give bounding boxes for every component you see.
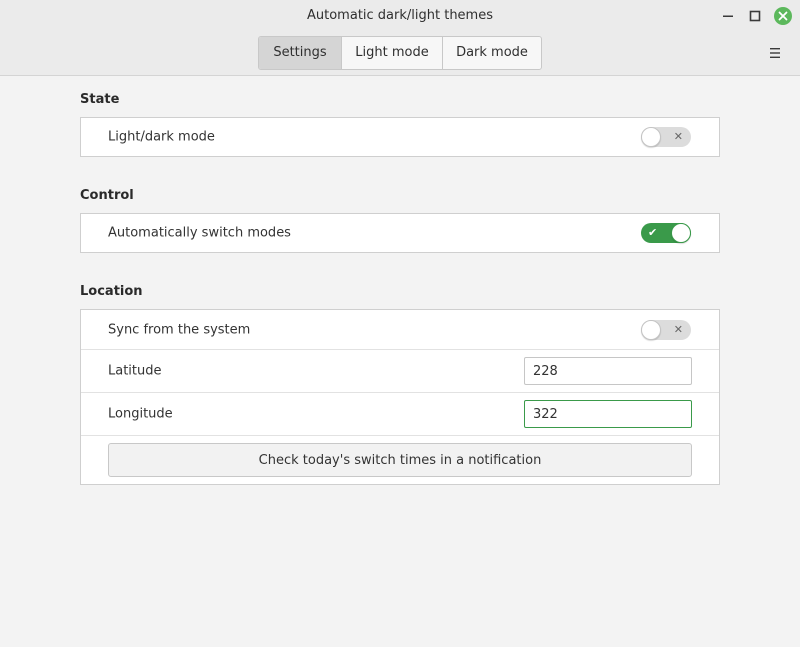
light-dark-mode-row: Light/dark mode ✕	[81, 118, 719, 156]
latitude-row: Latitude	[81, 350, 719, 393]
longitude-input[interactable]	[524, 400, 692, 428]
location-frame: Sync from the system ✕ Latitude Longitud…	[80, 309, 720, 485]
maximize-icon	[749, 10, 761, 22]
light-dark-mode-label: Light/dark mode	[108, 129, 215, 145]
latitude-label: Latitude	[108, 363, 162, 379]
tab-dark-mode[interactable]: Dark mode	[443, 37, 541, 69]
minimize-button[interactable]	[719, 7, 737, 25]
state-frame: Light/dark mode ✕	[80, 117, 720, 157]
minimize-icon	[723, 15, 733, 17]
control-frame: Automatically switch modes ✔	[80, 213, 720, 253]
switch-off-icon: ✕	[673, 130, 683, 143]
switch-knob	[641, 319, 661, 340]
sync-row: Sync from the system ✕	[81, 310, 719, 350]
sync-label: Sync from the system	[108, 322, 251, 337]
section-title-control: Control	[80, 188, 134, 203]
longitude-label: Longitude	[108, 406, 173, 422]
close-button[interactable]	[774, 7, 792, 25]
check-switch-times-button[interactable]: Check today's switch times in a notifica…	[108, 443, 692, 477]
light-dark-mode-switch[interactable]: ✕	[641, 127, 691, 147]
tab-light-mode[interactable]: Light mode	[342, 37, 443, 69]
hamburger-menu-button[interactable]	[766, 44, 784, 62]
check-times-row: Check today's switch times in a notifica…	[81, 436, 719, 484]
close-icon	[778, 11, 788, 21]
longitude-row: Longitude	[81, 393, 719, 436]
auto-switch-label: Automatically switch modes	[108, 225, 291, 241]
switch-off-icon: ✕	[673, 322, 683, 336]
section-title-state: State	[80, 92, 120, 107]
maximize-button[interactable]	[746, 7, 764, 25]
tab-settings[interactable]: Settings	[259, 37, 342, 69]
latitude-input[interactable]	[524, 357, 692, 385]
auto-switch-switch[interactable]: ✔	[641, 223, 691, 243]
sync-switch[interactable]: ✕	[641, 319, 691, 340]
auto-switch-row: Automatically switch modes ✔	[81, 214, 719, 252]
switch-knob	[671, 223, 691, 243]
header-bar: Automatic dark/light themes Settings Lig…	[0, 0, 800, 76]
switch-on-icon: ✔	[648, 226, 658, 239]
window-title: Automatic dark/light themes	[307, 8, 493, 23]
section-title-location: Location	[80, 284, 143, 299]
hamburger-menu-icon	[770, 48, 780, 58]
stack-switcher: Settings Light mode Dark mode	[258, 36, 542, 70]
switch-knob	[641, 127, 661, 147]
